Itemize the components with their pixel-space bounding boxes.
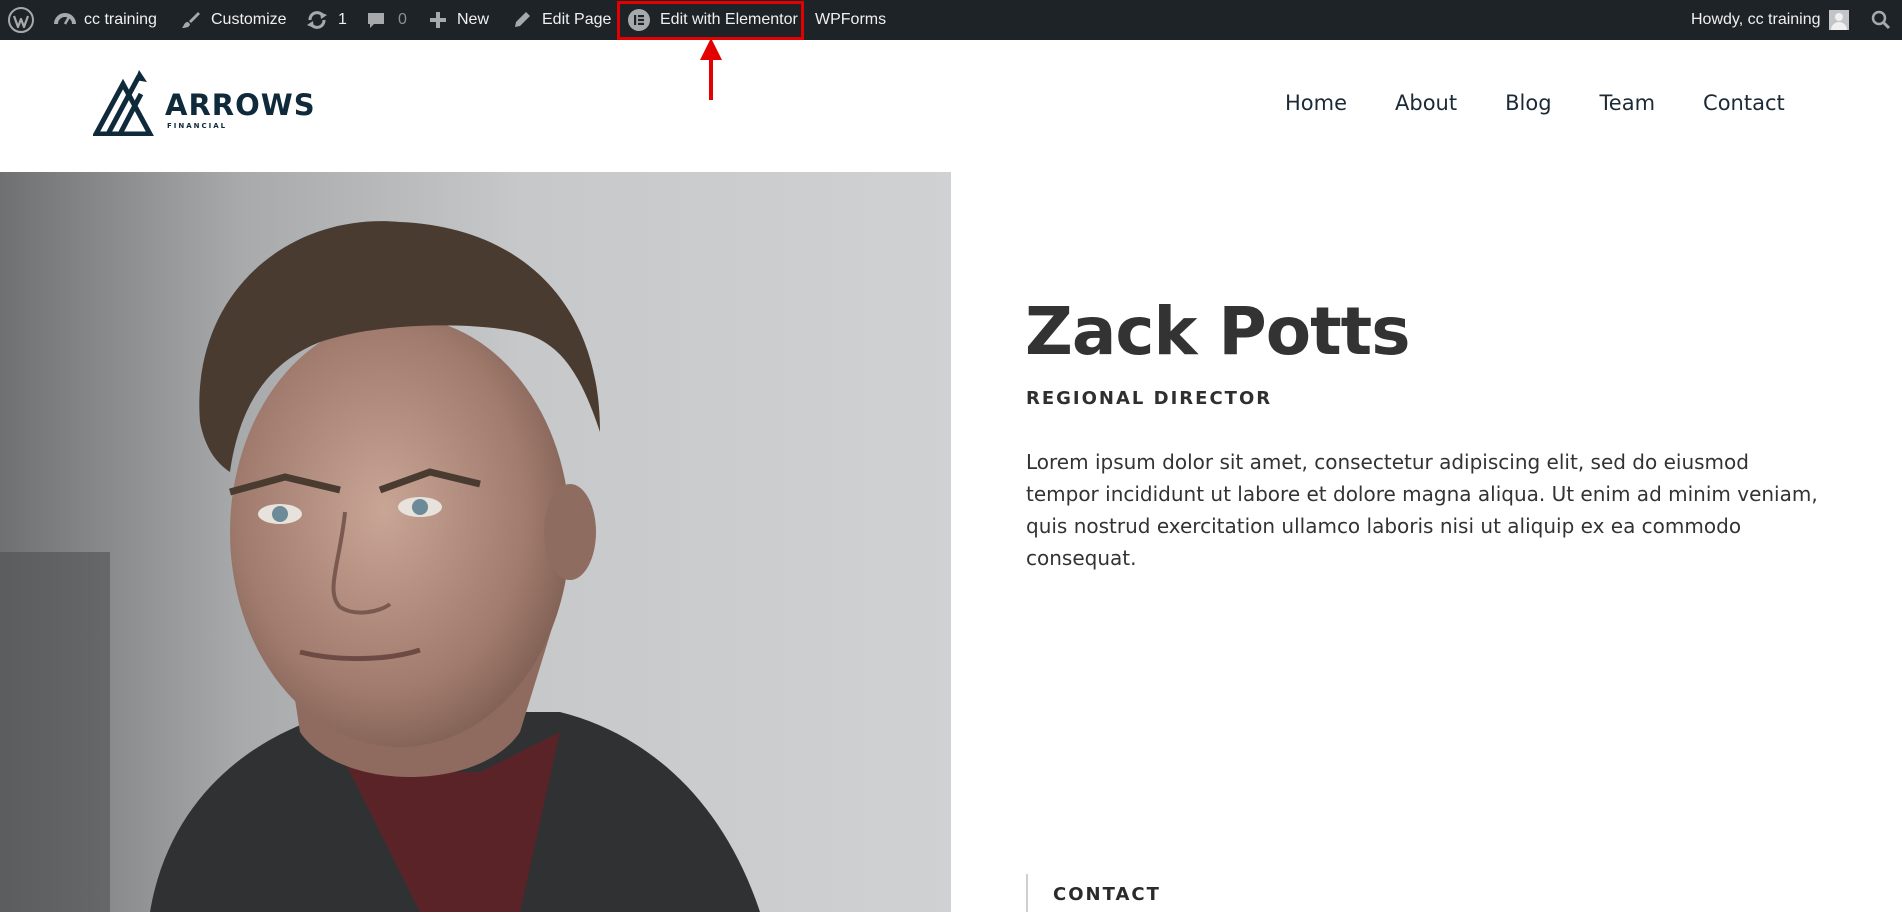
wp-admin-bar: cc training Customize 1 0 New Edit Page … <box>0 0 1902 40</box>
nav-contact[interactable]: Contact <box>1703 89 1785 117</box>
site-name-menu[interactable]: cc training <box>54 0 157 40</box>
main-nav: Home About Blog Team Contact <box>1285 89 1833 117</box>
new-content-menu[interactable]: New <box>429 0 489 40</box>
wpforms-menu[interactable]: WPForms <box>815 0 886 40</box>
profile-name: Zack Potts <box>1025 293 1410 370</box>
logo-wordmark: ARROWS <box>165 88 316 122</box>
site-name-label: cc training <box>84 11 157 28</box>
arrows-logo-icon <box>93 70 154 136</box>
comments-menu[interactable]: 0 <box>366 0 407 40</box>
customize-label: Customize <box>211 11 287 28</box>
nav-blog[interactable]: Blog <box>1505 89 1551 117</box>
red-arrow-annotation <box>700 38 722 100</box>
comment-icon <box>368 13 384 28</box>
wpforms-label: WPForms <box>815 11 887 28</box>
my-account-menu[interactable]: Howdy, cc training <box>1691 0 1849 40</box>
updates-icon <box>307 11 327 29</box>
dashboard-icon <box>54 13 76 25</box>
avatar <box>1828 10 1849 30</box>
contact-section: CONTACT <box>1026 874 1161 912</box>
site-logo[interactable]: ARROWS FINANCIAL <box>93 70 316 136</box>
contact-heading: CONTACT <box>1053 884 1161 905</box>
howdy-label: Howdy, cc training <box>1691 11 1821 28</box>
new-label: New <box>457 11 490 28</box>
customize-menu[interactable]: Customize <box>181 0 287 40</box>
wordpress-logo-icon[interactable] <box>8 0 34 40</box>
profile-role: REGIONAL DIRECTOR <box>1026 388 1273 409</box>
brush-icon <box>182 12 200 28</box>
profile-photo <box>0 172 951 912</box>
comments-count: 0 <box>398 11 407 28</box>
edit-page-label: Edit Page <box>542 11 612 28</box>
highlight-box <box>617 1 804 40</box>
updates-count: 1 <box>338 11 347 28</box>
logo-subtitle: FINANCIAL <box>167 122 228 130</box>
nav-about[interactable]: About <box>1395 89 1457 117</box>
pencil-icon <box>515 12 530 27</box>
plus-icon <box>430 12 446 28</box>
profile-bio: Lorem ipsum dolor sit amet, consectetur … <box>1026 450 1818 570</box>
search-icon[interactable] <box>1871 0 1891 40</box>
updates-menu[interactable]: 1 <box>306 0 347 40</box>
edit-page-menu[interactable]: Edit Page <box>512 0 611 40</box>
nav-team[interactable]: Team <box>1600 89 1656 117</box>
nav-home[interactable]: Home <box>1285 89 1347 117</box>
